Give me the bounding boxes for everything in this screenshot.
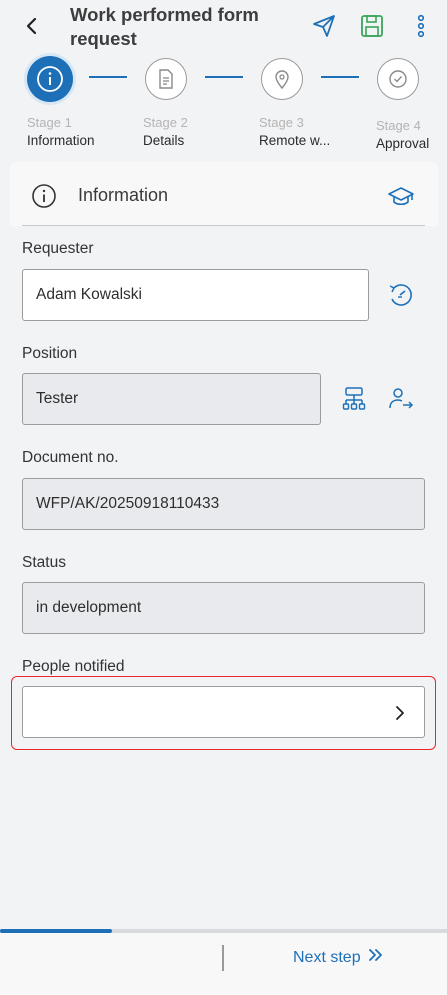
stepper: Stage 1 Information Stage 2 Details Stag…: [0, 56, 447, 156]
step-2-name: Details: [143, 133, 185, 148]
step-4-stage: Stage 4: [376, 118, 421, 133]
document-icon: [159, 69, 173, 89]
step-4-circle[interactable]: [377, 58, 419, 100]
app-header: Work performed form request: [0, 0, 447, 54]
step-1-stage: Stage 1: [27, 115, 72, 130]
bottom-bar: Next step: [0, 933, 447, 995]
page-title: Work performed form request: [70, 4, 259, 49]
step-4-name: Approval: [376, 136, 430, 151]
status-label: Status: [22, 554, 66, 571]
save-icon[interactable]: [358, 12, 386, 40]
step-1-name: Information: [27, 133, 95, 148]
graduation-cap-icon[interactable]: [386, 182, 416, 212]
org-chart-icon[interactable]: [339, 384, 369, 414]
location-pin-icon: [275, 70, 289, 90]
send-icon[interactable]: [310, 12, 338, 40]
step-connector: [89, 76, 127, 78]
info-icon: [30, 182, 58, 210]
position-field: Tester: [22, 373, 321, 425]
step-1-circle[interactable]: [27, 56, 73, 102]
double-chevron-right-icon: [367, 947, 385, 968]
check-circle-icon: [389, 70, 407, 88]
status-field: in development: [22, 582, 425, 634]
step-connector: [205, 76, 243, 78]
divider: [222, 945, 224, 971]
info-icon: [37, 66, 63, 92]
step-2-stage: Stage 2: [143, 115, 188, 130]
user-transfer-icon[interactable]: [386, 384, 416, 414]
requester-label: Requester: [22, 240, 94, 257]
back-arrow-icon[interactable]: [18, 12, 46, 40]
step-3-circle[interactable]: [261, 58, 303, 100]
focus-highlight: [11, 676, 436, 750]
document-no-label: Document no.: [22, 449, 119, 466]
people-notified-label: People notified: [22, 658, 125, 675]
requester-field[interactable]: Adam Kowalski: [22, 269, 369, 321]
step-3-name: Remote w...: [259, 133, 331, 148]
step-2-circle[interactable]: [145, 58, 187, 100]
section-title: Information: [78, 185, 169, 205]
document-no-field: WFP/AK/20250918110433: [22, 478, 425, 530]
more-vertical-icon[interactable]: [407, 12, 435, 40]
step-3-stage: Stage 3: [259, 115, 304, 130]
change-requester-icon[interactable]: [385, 280, 415, 310]
next-step-button[interactable]: Next step: [293, 947, 385, 968]
step-connector: [321, 76, 359, 78]
section-header: Information: [22, 168, 425, 226]
position-label: Position: [22, 345, 78, 362]
next-step-label: Next step: [293, 948, 361, 966]
